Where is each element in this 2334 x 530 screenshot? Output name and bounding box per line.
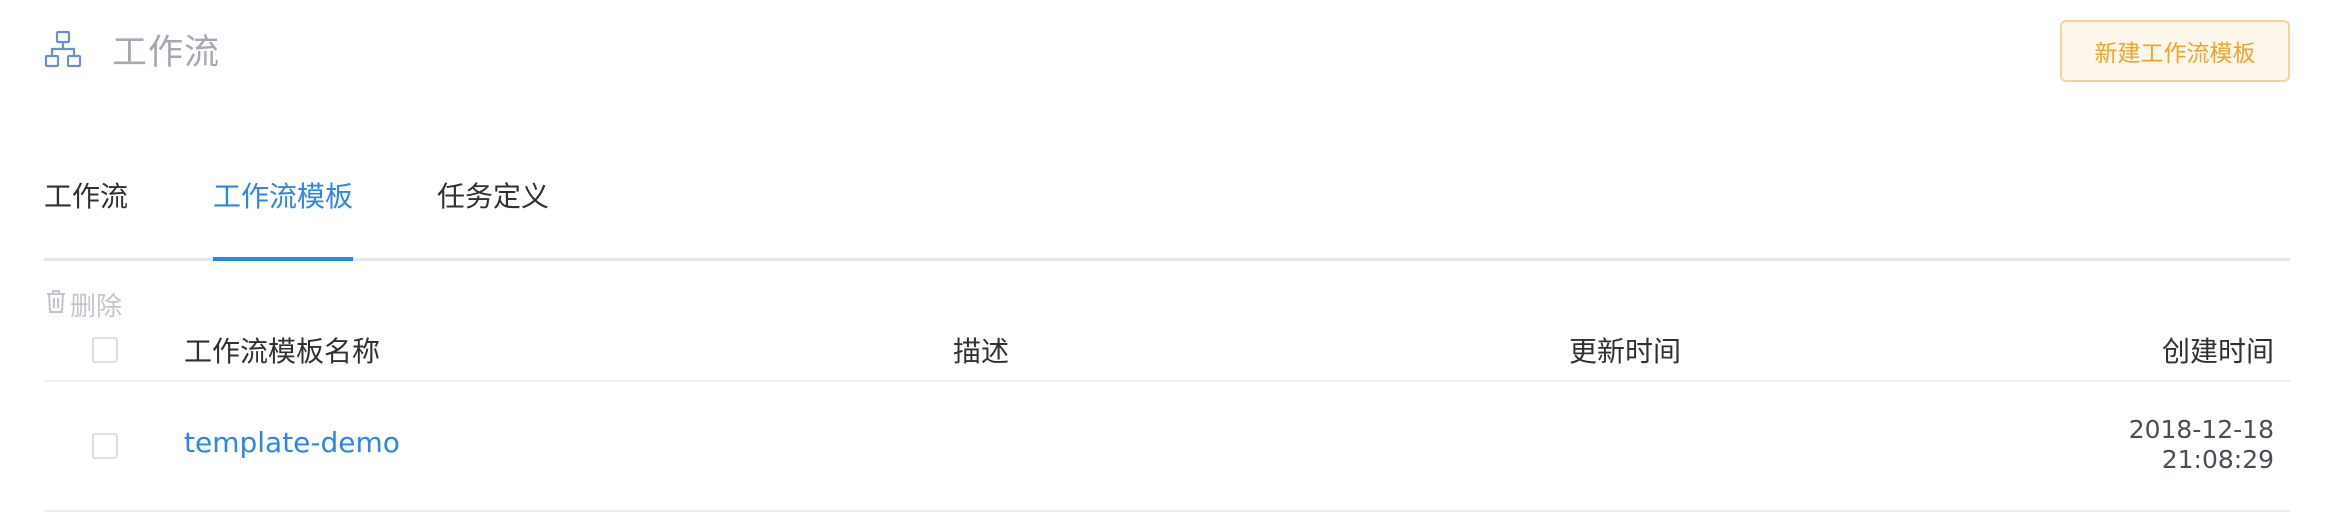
workflow-hierarchy-icon [44,30,82,68]
active-tab-indicator [213,257,353,261]
delete-button[interactable]: 删除 [44,286,122,323]
tab-bar: 工作流 工作流模板 任务定义 [44,175,2290,261]
page-header: 工作流 新建工作流模板 [44,0,2290,100]
new-workflow-template-button[interactable]: 新建工作流模板 [2060,20,2290,82]
column-header-created[interactable]: 创建时间 [2162,330,2274,370]
template-table: 工作流模板名称 描述 更新时间 创建时间 template-demo 2018-… [44,320,2290,512]
tab-task-definition[interactable]: 任务定义 [437,175,549,258]
column-header-updated[interactable]: 更新时间 [1569,330,1681,370]
created-time: 21:08:29 [2161,445,2274,474]
delete-label: 删除 [70,292,123,322]
workflow-page: 工作流 新建工作流模板 工作流 工作流模板 任务定义 删除 工作流模板名称 描述… [0,0,2334,530]
select-all-checkbox[interactable] [92,337,118,363]
column-header-description[interactable]: 描述 [953,330,1009,370]
template-name-link[interactable]: template-demo [184,426,400,459]
row-checkbox[interactable] [92,433,118,459]
tab-workflow-template[interactable]: 工作流模板 [213,175,353,258]
trash-icon [44,288,70,321]
table-row: template-demo 2018-12-18 21:08:29 [44,382,2290,512]
tab-workflow[interactable]: 工作流 [44,175,128,258]
created-date: 2018-12-18 [2128,415,2274,444]
page-title: 工作流 [112,33,221,73]
created-time-cell: 2018-12-18 21:08:29 [2129,415,2274,475]
table-header-row: 工作流模板名称 描述 更新时间 创建时间 [44,320,2290,382]
column-header-name[interactable]: 工作流模板名称 [184,330,380,370]
